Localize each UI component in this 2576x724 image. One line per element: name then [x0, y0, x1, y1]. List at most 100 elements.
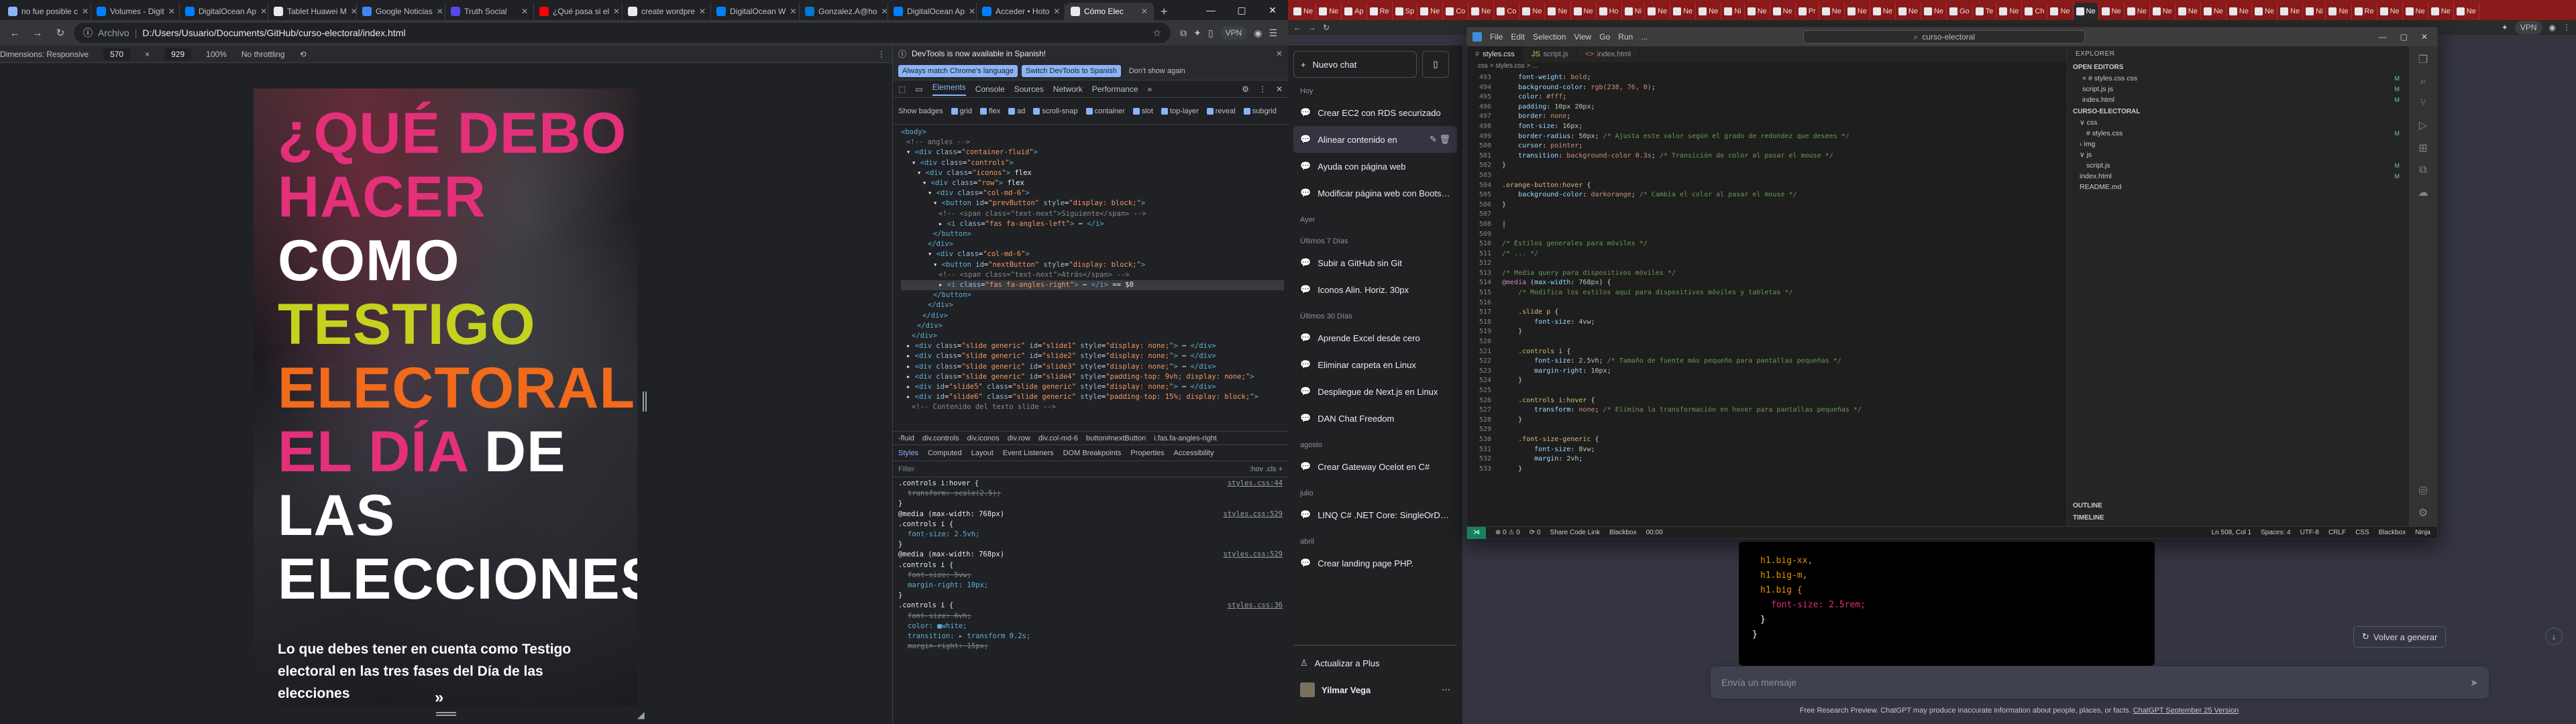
code-line[interactable]: 527 transform: none; /* Elimina la trans… — [1467, 406, 2067, 416]
send-icon[interactable]: ➤ — [2470, 677, 2478, 688]
back-icon[interactable]: ← — [1293, 23, 1301, 32]
browser-tab[interactable]: DigitalOcean W ✕ — [711, 3, 800, 20]
css-declaration[interactable]: color: ■white; — [898, 621, 967, 631]
styles-subtab[interactable]: Computed — [928, 449, 962, 457]
browser-tab[interactable]: Ne — [1645, 3, 1671, 20]
chat-history-item[interactable]: 💬 Alinear contenido en ✎ 🗑 — [1293, 126, 1457, 153]
style-rule-line[interactable]: transition: ▸ transform 0.2s; — [898, 631, 1283, 642]
browser-tab[interactable]: Ne — [1545, 3, 1571, 20]
code-line[interactable]: 493 font-weight: bold; — [1467, 73, 2067, 83]
sidebar-toggle-icon[interactable]: ▯ — [1422, 51, 1449, 78]
open-editor-item[interactable]: script.js js M — [2068, 84, 2409, 95]
browser-tab[interactable]: Ne — [2226, 3, 2252, 20]
vscode-menu-item[interactable]: Go — [1599, 32, 1610, 42]
address-bar[interactable]: ⓘ Archivo | D:/Users/Usuario/Documents/G… — [74, 23, 1171, 43]
dimensions-select[interactable]: Dimensions: Responsive — [0, 50, 89, 59]
badge-checkbox[interactable]: grid — [951, 107, 972, 115]
style-rule-line[interactable]: .controls i:hover {styles.css:44 — [898, 479, 1283, 489]
browser-tab[interactable]: Ne — [2403, 3, 2428, 20]
style-rule-line[interactable]: .controls i { — [898, 520, 1283, 530]
styles-filter-tools[interactable]: :hov .cls + — [1249, 465, 1283, 473]
close-icon[interactable]: ✕ — [1276, 84, 1283, 94]
styles-subtab[interactable]: Event Listeners — [1003, 449, 1054, 457]
code-line[interactable]: 526 .controls i:hover { — [1467, 396, 2067, 406]
badge-checkbox[interactable]: container — [1085, 107, 1125, 115]
code-line[interactable]: 530 .font-size-generic { — [1467, 435, 2067, 445]
style-rule-line[interactable]: margin-right: 15px; — [898, 642, 1283, 652]
browser-tab[interactable]: Ne — [2047, 3, 2074, 20]
dom-node[interactable]: ▸ <div id="slide5" class="slide generic"… — [901, 382, 1284, 392]
browser-tab[interactable]: Re — [2352, 3, 2377, 20]
styles-subtab[interactable]: DOM Breakpoints — [1063, 449, 1122, 457]
code-line[interactable]: 521 .controls i { — [1467, 347, 2067, 357]
open-editor-item[interactable]: × # styles.css css M — [2068, 73, 2409, 84]
dom-node[interactable]: <!-- Contenido del texto slide --> — [901, 402, 1284, 412]
code-editor[interactable]: 493 font-weight: bold; 494 background-col… — [1467, 73, 2067, 526]
code-line[interactable]: 528 } — [1467, 416, 2067, 426]
browser-tab[interactable]: Ne — [1870, 3, 1896, 20]
chat-history-item[interactable]: 💬 Iconos Alin. Horiz. 30px — [1293, 276, 1457, 303]
more-options-icon[interactable]: ⋮ — [1258, 84, 1267, 94]
style-rule-line[interactable]: margin-right: 10px; — [898, 581, 1283, 591]
dom-node[interactable]: </div> — [901, 321, 1284, 331]
resize-corner-icon[interactable]: ◢ — [637, 709, 645, 721]
browser-tab[interactable]: Re — [1367, 3, 1393, 20]
styles-subtab[interactable]: Layout — [971, 449, 994, 457]
breadcrumb-item[interactable]: div.col-md-6 — [1038, 434, 1078, 442]
code-line[interactable]: 505 background-color: darkorange; /* Cam… — [1467, 190, 2067, 200]
style-rule-line[interactable]: } — [898, 540, 1283, 550]
browser-tab[interactable]: Ne — [1921, 3, 1947, 20]
chat-history-item[interactable]: 💬 DAN Chat Freedom — [1293, 405, 1457, 432]
tab-close-icon[interactable]: ✕ — [82, 7, 89, 16]
browser-tab[interactable]: Te — [1973, 3, 1997, 20]
maximize-icon[interactable]: ▢ — [1226, 0, 1257, 20]
css-source-link[interactable]: styles.css:529 — [1223, 550, 1283, 560]
reload-icon[interactable]: ↻ — [1323, 23, 1330, 32]
remote-indicator-icon[interactable]: ⋊ — [1467, 526, 1486, 539]
code-line[interactable]: 524 } — [1467, 376, 2067, 386]
profile-icon[interactable]: ◉ — [1254, 27, 1262, 39]
message-input[interactable]: Envía un mensaje ➤ — [1711, 666, 2489, 699]
account-icon[interactable]: ◎ — [2418, 483, 2428, 497]
dom-node[interactable]: <!-- <span class="text-next">Atrás</span… — [901, 270, 1284, 280]
version-link[interactable]: ChatGPT September 25 Version — [2133, 707, 2239, 715]
dom-node[interactable]: ▸ <i class="fas fa-angles-right"> ⋯ </i>… — [901, 280, 1284, 291]
css-source-link[interactable]: styles.css:529 — [1223, 509, 1283, 520]
chat-history-item[interactable]: 💬 Subir a GitHub sin Git — [1293, 249, 1457, 276]
styles-filter-input[interactable]: Filter — [898, 465, 1242, 473]
inspect-icon[interactable]: ⬚ — [898, 84, 906, 94]
settings-gear-icon[interactable]: ⚙ — [2418, 506, 2428, 520]
browser-tab[interactable]: Ne — [1316, 3, 1342, 20]
status-item[interactable]: Spaces: 4 — [2261, 529, 2290, 536]
tab-close-icon[interactable]: ✕ — [613, 7, 620, 16]
code-line[interactable]: 514 @media (max-width: 768px) { — [1467, 278, 2067, 288]
dom-node[interactable]: ▾ <div class="controls"> — [901, 158, 1284, 168]
zoom-select[interactable]: 100% — [206, 50, 227, 59]
status-item[interactable]: Blackbox — [1609, 529, 1637, 536]
style-rule-line[interactable]: @media (max-width: 768px) styles.css:529 — [898, 550, 1283, 560]
new-chat-button[interactable]: + Nuevo chat — [1293, 51, 1417, 78]
style-rule-line[interactable]: .controls i { — [898, 560, 1283, 570]
code-line[interactable]: 502} — [1467, 161, 2067, 171]
throttle-select[interactable]: No throttling — [241, 50, 285, 59]
code-line[interactable]: 506} — [1467, 200, 2067, 210]
code-line[interactable]: 496 padding: 10px 20px; — [1467, 103, 2067, 113]
close-icon[interactable]: ✕ — [2421, 32, 2428, 42]
style-rule-line[interactable]: .controls i {styles.css:36 — [898, 601, 1283, 611]
file-tree-item[interactable]: › img — [2068, 139, 2409, 149]
code-line[interactable]: 516 — [1467, 298, 2067, 308]
css-declaration[interactable]: font-size: 6vh; — [898, 611, 971, 621]
editor-tab[interactable]: # styles.css — [1467, 46, 1523, 62]
new-tab-button[interactable]: + — [1154, 3, 1175, 20]
sidepanel-icon[interactable]: ▯ — [1208, 27, 1214, 39]
dom-node[interactable]: ▸ <div class="slide generic" id="slide1"… — [901, 341, 1284, 351]
more-options-icon[interactable]: ⋮ — [877, 50, 885, 59]
styles-subtab[interactable]: Styles — [898, 449, 918, 457]
breadcrumb-item[interactable]: div.row — [1008, 434, 1030, 442]
browser-tab[interactable]: ¿Qué pasa si el ✕ — [534, 3, 623, 20]
code-line[interactable]: 512 — [1467, 259, 2067, 269]
style-rule-line[interactable]: font-size: 2.5vh; — [898, 530, 1283, 540]
forward-icon[interactable]: → — [28, 23, 47, 42]
browser-tab[interactable]: DigitalOcean Ap ✕ — [180, 3, 268, 20]
styles-subtab[interactable]: Accessibility — [1174, 449, 1214, 457]
